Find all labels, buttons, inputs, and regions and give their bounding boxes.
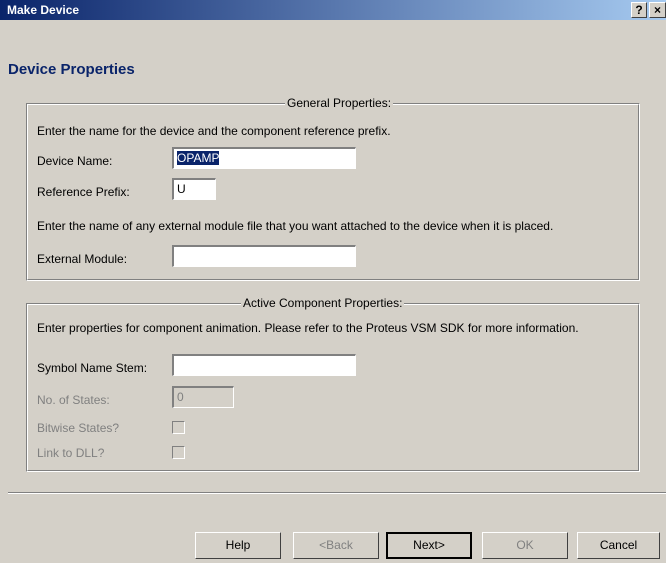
general-properties-legend: General Properties:: [285, 96, 394, 110]
device-name-label: Device Name:: [37, 154, 113, 168]
ok-button: OK: [482, 532, 568, 559]
states-label: No. of States:: [37, 393, 110, 407]
help-button[interactable]: Help: [195, 532, 281, 559]
reference-prefix-label: Reference Prefix:: [37, 185, 130, 199]
window-title: Make Device: [7, 3, 80, 17]
button-separator-highlight: [8, 493, 666, 494]
title-bar: Make Device ? ×: [0, 0, 666, 20]
external-module-label: External Module:: [37, 252, 128, 266]
device-name-value: OPAMP: [177, 151, 220, 165]
back-button: <Back: [293, 532, 379, 559]
close-button[interactable]: ×: [649, 2, 666, 18]
external-module-input[interactable]: [172, 245, 356, 267]
active-component-legend: Active Component Properties:: [241, 296, 405, 310]
page-title: Device Properties: [8, 61, 135, 78]
module-intro-text: Enter the name of any external module fi…: [37, 219, 554, 233]
active-intro-text: Enter properties for component animation…: [37, 321, 579, 335]
device-name-input[interactable]: OPAMP: [172, 147, 356, 169]
symbol-name-stem-label: Symbol Name Stem:: [37, 361, 148, 375]
states-input: 0: [172, 386, 234, 408]
bitwise-states-checkbox: [172, 421, 185, 434]
next-button[interactable]: Next>: [386, 532, 472, 559]
link-dll-checkbox: [172, 446, 185, 459]
symbol-name-stem-input[interactable]: [172, 354, 356, 376]
general-intro-text: Enter the name for the device and the co…: [37, 124, 391, 138]
link-dll-label: Link to DLL?: [37, 446, 105, 460]
reference-prefix-input[interactable]: U: [172, 178, 216, 200]
context-help-button[interactable]: ?: [631, 2, 647, 18]
cancel-button[interactable]: Cancel: [577, 532, 660, 559]
bitwise-states-label: Bitwise States?: [37, 421, 120, 435]
